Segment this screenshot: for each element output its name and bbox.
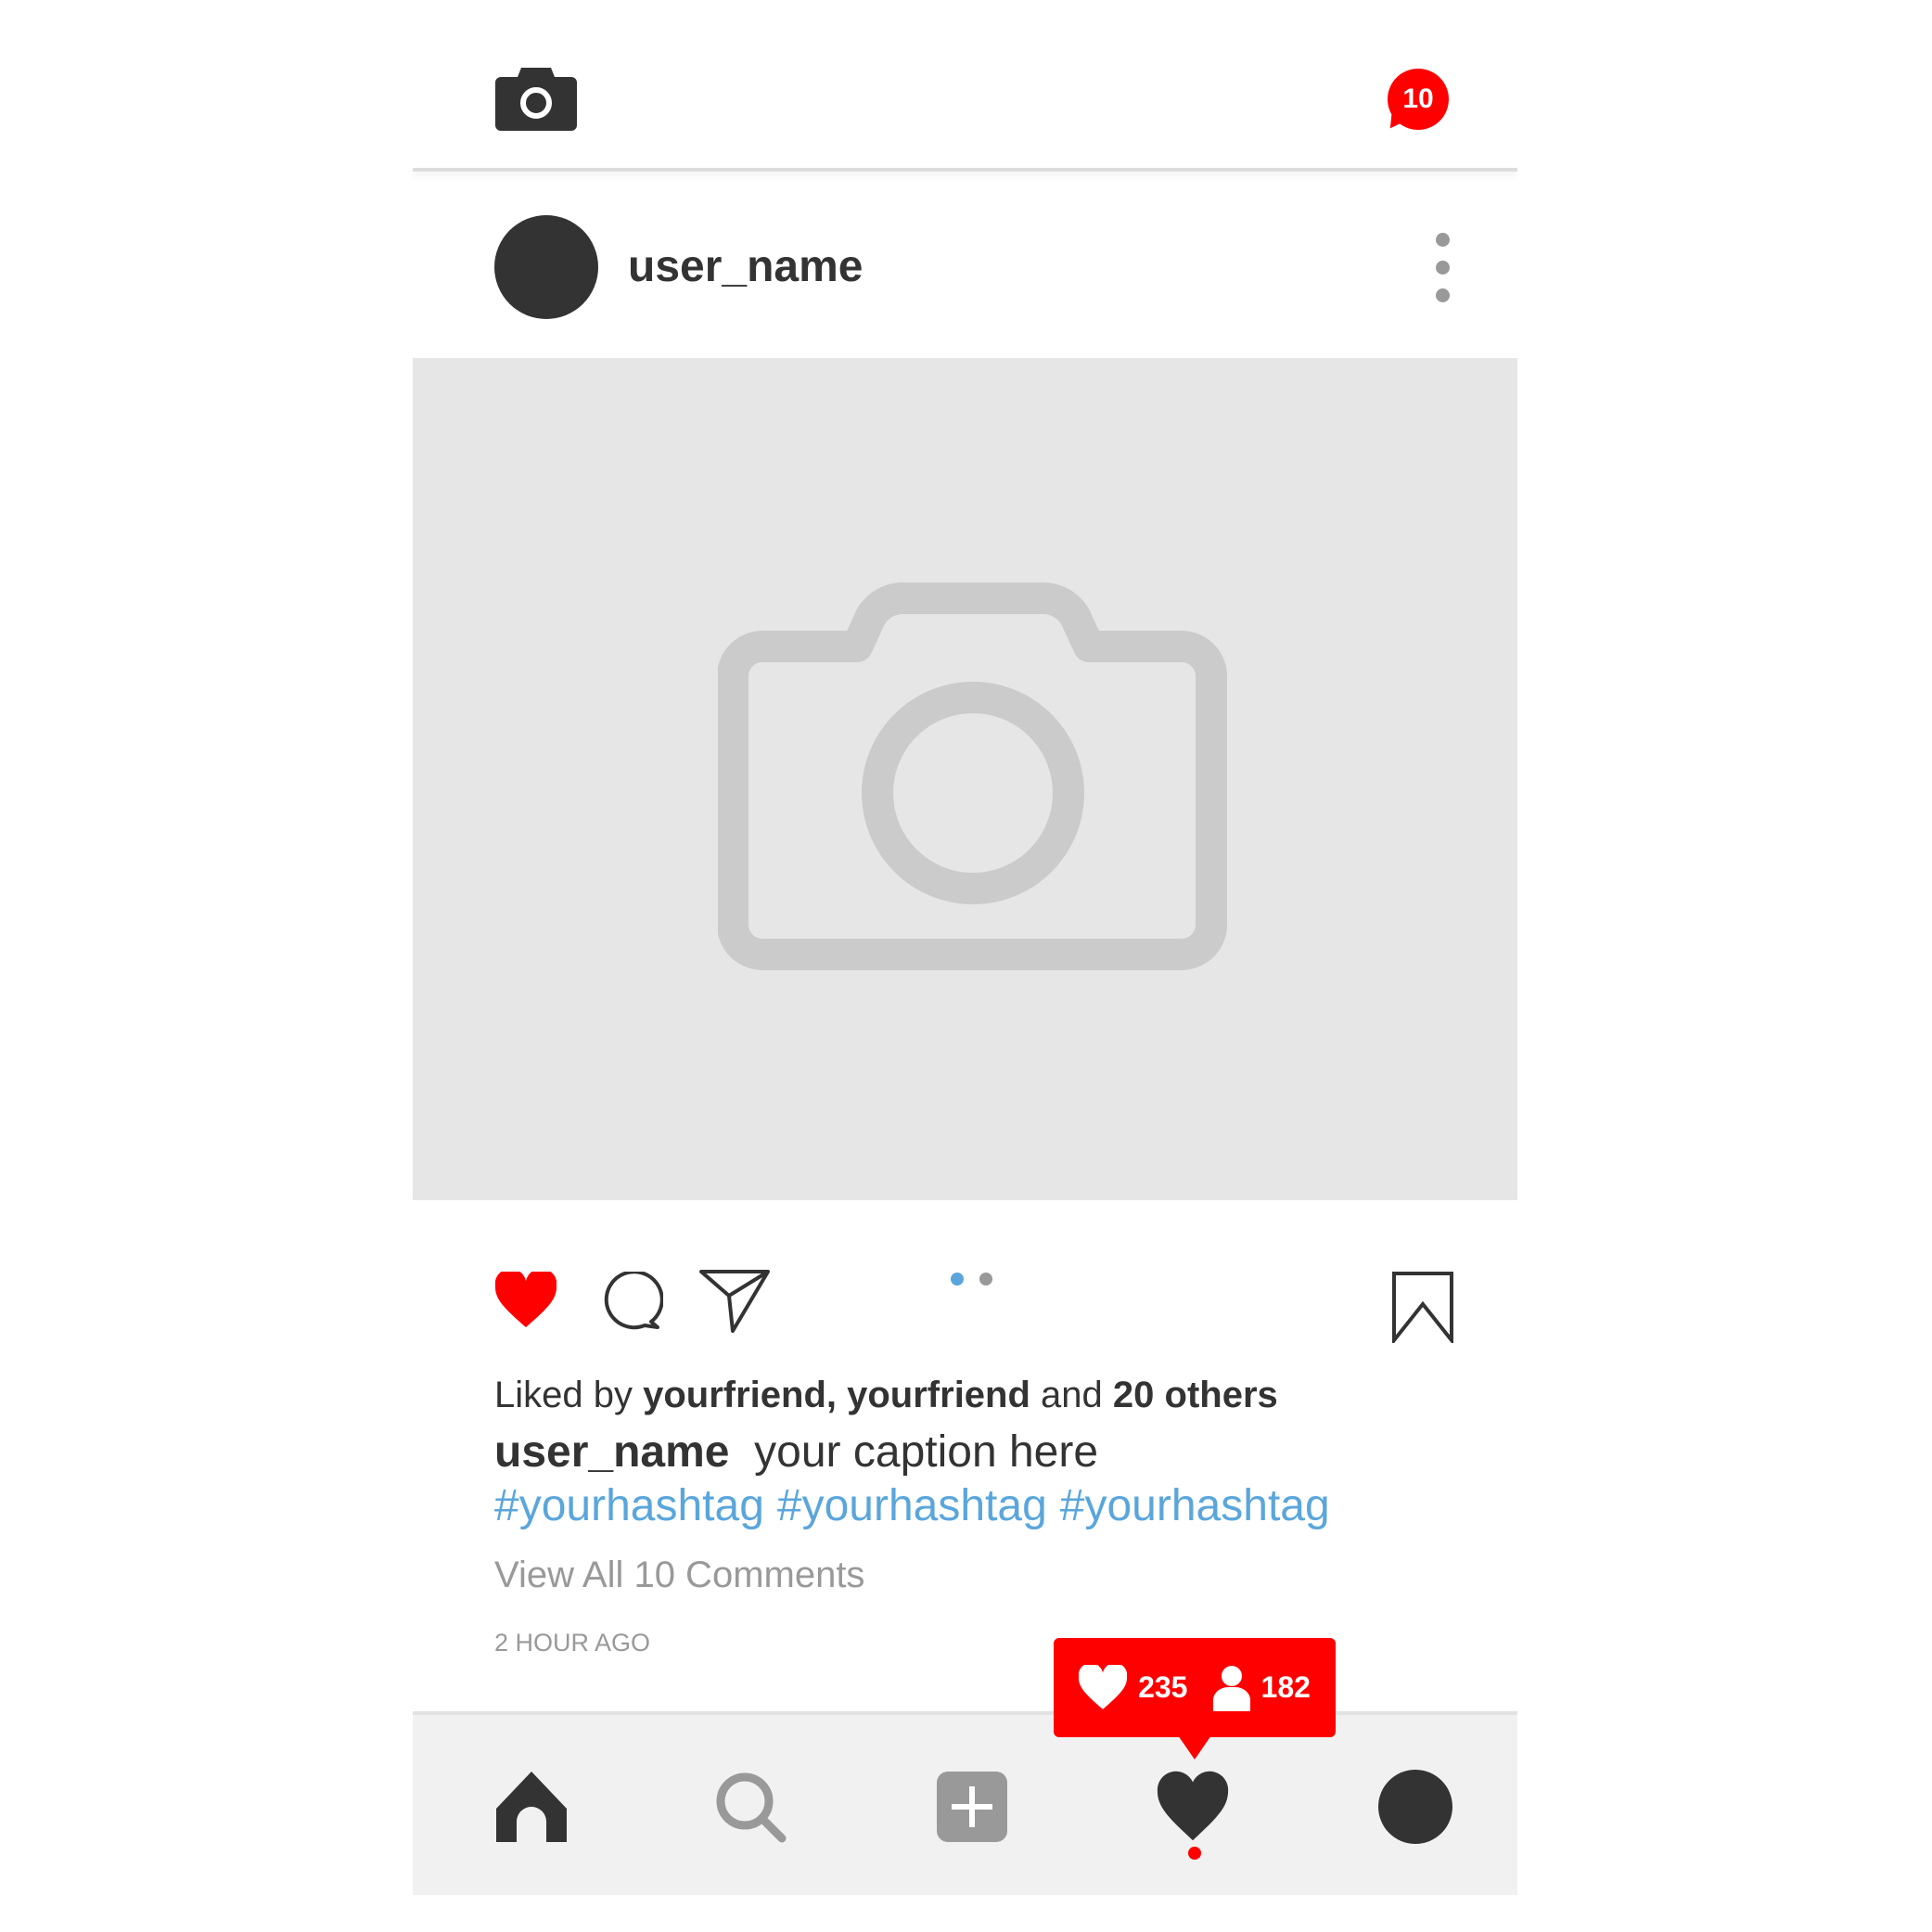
more-dot-icon[interactable] (1436, 233, 1450, 247)
notification-badge[interactable]: 10 (1388, 69, 1449, 130)
comment-icon[interactable] (600, 1272, 663, 1331)
more-dot-icon[interactable] (1436, 261, 1450, 275)
activity-heart-icon[interactable] (1156, 1770, 1230, 1844)
post-image-placeholder (413, 358, 1517, 1200)
hashtags: #yourhashtag #yourhashtag #yourhashtag (494, 1480, 1343, 1531)
heart-icon (1079, 1664, 1128, 1709)
heart-icon[interactable] (495, 1272, 557, 1329)
followers-count-item: 182 (1212, 1665, 1311, 1711)
more-dot-icon[interactable] (1436, 288, 1450, 302)
search-icon[interactable] (713, 1770, 787, 1844)
carousel-dot-active[interactable] (951, 1273, 964, 1286)
bookmark-icon[interactable] (1391, 1271, 1454, 1343)
timestamp: 2 HOUR AGO (494, 1629, 651, 1657)
camera-icon[interactable] (495, 68, 577, 131)
hashtag-link[interactable]: #yourhashtag (1060, 1481, 1330, 1530)
user-icon (1212, 1665, 1250, 1711)
liked-prefix: Liked by (494, 1375, 633, 1415)
liked-and: and (1041, 1375, 1103, 1415)
liked-names[interactable]: yourfriend, yourfriend (643, 1375, 1030, 1415)
likes-count: 235 (1138, 1670, 1188, 1704)
activity-popup[interactable]: 235 182 (1054, 1638, 1336, 1737)
caption: user_name your caption here (494, 1427, 1098, 1478)
caption-text: your caption here (754, 1427, 1099, 1477)
carousel-dot[interactable] (979, 1273, 992, 1286)
activity-indicator-dot (1188, 1847, 1201, 1860)
caption-username[interactable]: user_name (494, 1427, 729, 1477)
hashtag-link[interactable]: #yourhashtag (777, 1481, 1047, 1530)
post-username[interactable]: user_name (628, 241, 863, 293)
avatar[interactable] (494, 215, 598, 319)
likes-count-item: 235 (1079, 1664, 1188, 1711)
header-divider (413, 168, 1517, 172)
profile-icon[interactable] (1378, 1770, 1452, 1844)
liked-by-text: Liked by yourfriend, yourfriend and 20 o… (494, 1375, 1278, 1416)
liked-others[interactable]: 20 others (1113, 1375, 1278, 1415)
send-icon[interactable] (699, 1270, 770, 1333)
add-icon[interactable] (935, 1770, 1009, 1844)
home-icon[interactable] (494, 1770, 569, 1844)
camera-placeholder-icon (718, 582, 1227, 970)
view-comments-link[interactable]: View All 10 Comments (494, 1555, 864, 1596)
popup-tail (1178, 1735, 1211, 1759)
hashtag-link[interactable]: #yourhashtag (494, 1481, 764, 1530)
followers-count: 182 (1260, 1670, 1311, 1704)
